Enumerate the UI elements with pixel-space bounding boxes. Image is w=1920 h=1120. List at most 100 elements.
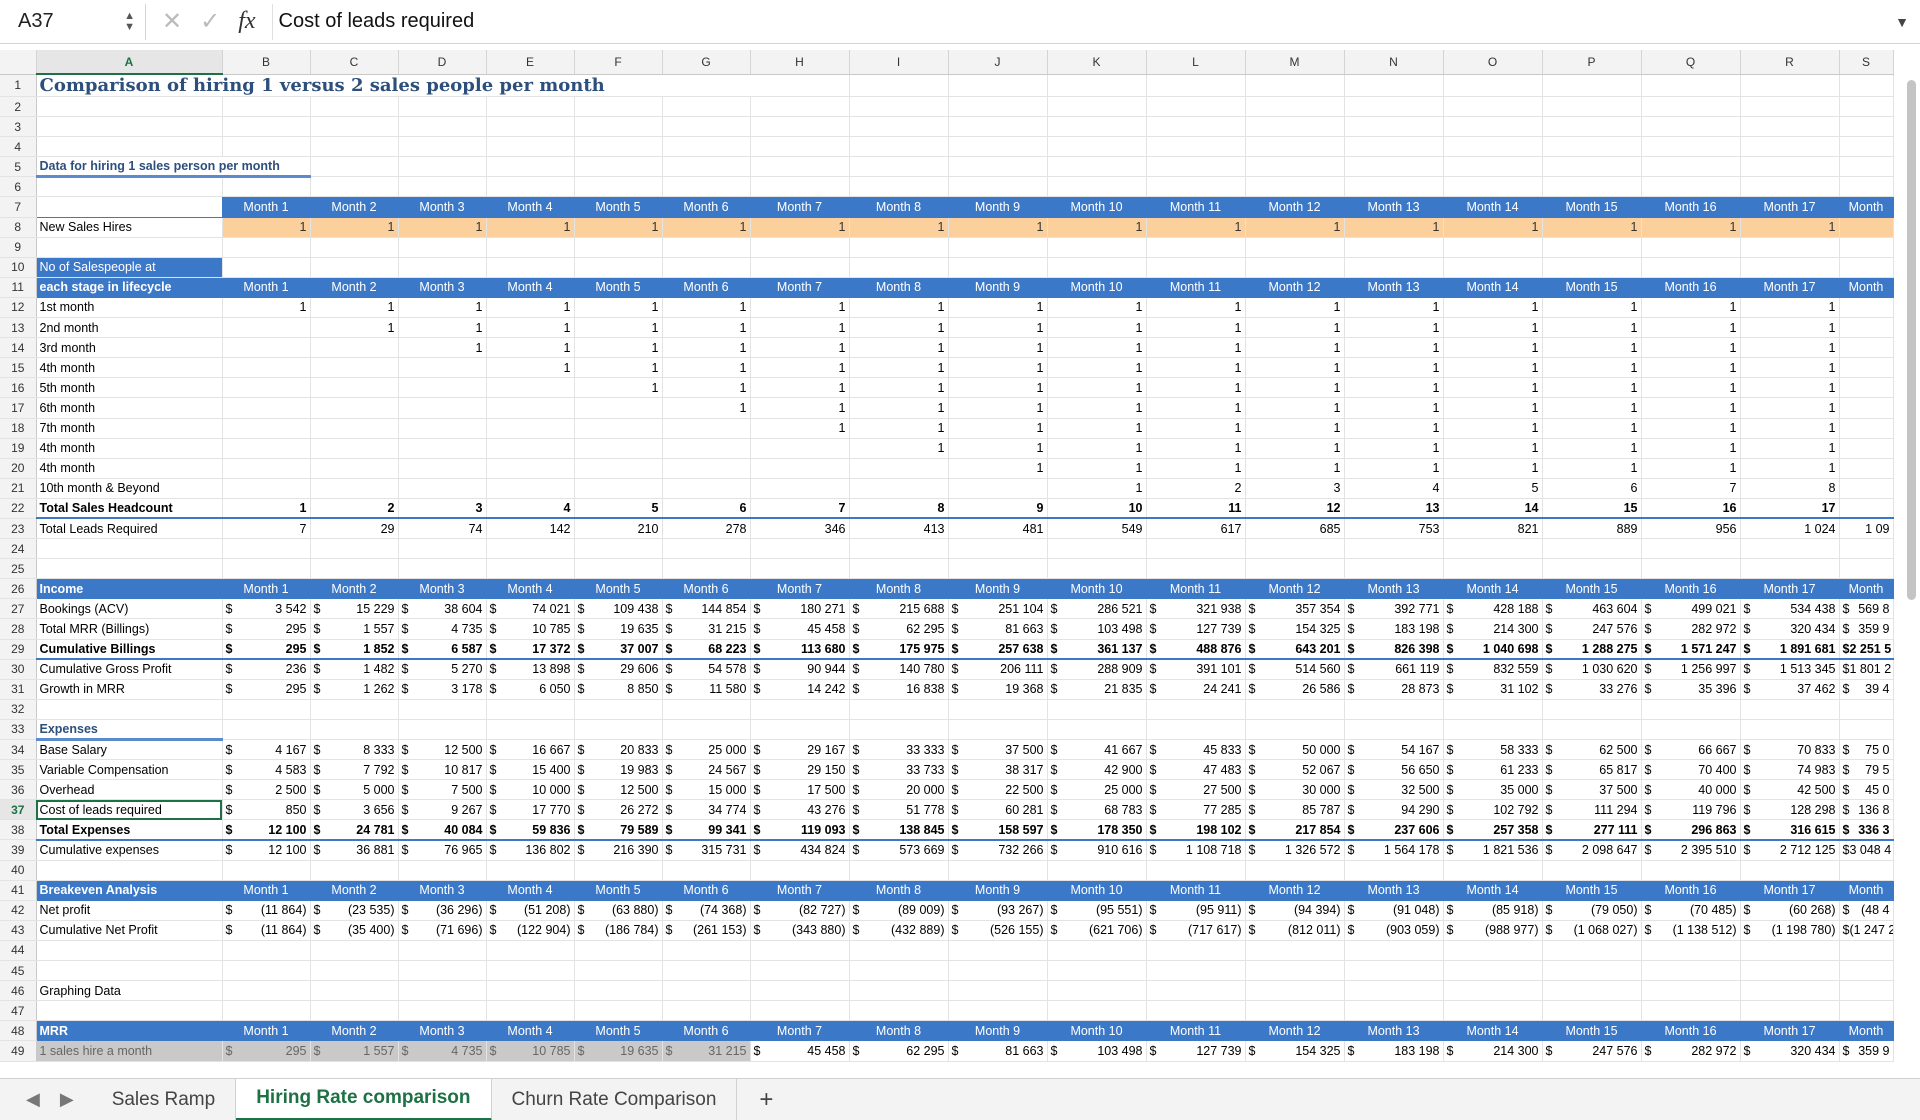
- value-cell[interactable]: 1: [1344, 397, 1444, 419]
- cell[interactable]: [310, 558, 399, 580]
- value-cell[interactable]: [574, 478, 663, 499]
- value-cell[interactable]: 1: [222, 217, 311, 238]
- row-label[interactable]: 1st month: [36, 297, 223, 319]
- column-header[interactable]: B: [222, 50, 311, 75]
- cell[interactable]: [948, 116, 1048, 138]
- value-cell[interactable]: $315 731: [662, 839, 751, 861]
- value-cell[interactable]: [222, 317, 311, 339]
- value-cell[interactable]: $661 119: [1344, 659, 1444, 680]
- value-cell[interactable]: 8: [849, 498, 949, 520]
- cell[interactable]: [1740, 538, 1840, 560]
- value-cell[interactable]: $850: [222, 799, 311, 821]
- row-label[interactable]: Graphing Data: [36, 980, 223, 1002]
- value-cell[interactable]: 1: [310, 317, 399, 339]
- cell[interactable]: [1542, 699, 1642, 720]
- month-header[interactable]: Month 15: [1542, 196, 1642, 218]
- value-cell[interactable]: $17 372: [486, 639, 575, 661]
- row-header[interactable]: 48: [0, 1020, 37, 1042]
- value-cell[interactable]: $19 635: [574, 1040, 663, 1062]
- value-cell[interactable]: [486, 478, 575, 499]
- value-cell[interactable]: 142: [486, 518, 575, 540]
- cell[interactable]: [398, 558, 487, 580]
- row-header[interactable]: 14: [0, 337, 37, 359]
- value-cell[interactable]: 8: [1740, 478, 1840, 499]
- value-cell[interactable]: $59 836: [486, 819, 575, 841]
- cell[interactable]: [398, 136, 487, 158]
- month-header[interactable]: Month 9: [948, 277, 1048, 298]
- month-header[interactable]: Month 14: [1443, 578, 1543, 600]
- value-cell[interactable]: 1: [750, 217, 850, 238]
- cell[interactable]: [750, 960, 850, 982]
- value-cell[interactable]: $24 241: [1146, 679, 1246, 700]
- value-cell[interactable]: 1: [1344, 377, 1444, 399]
- value-cell[interactable]: 4: [1344, 478, 1444, 499]
- value-cell[interactable]: $7 792: [310, 759, 399, 781]
- cell[interactable]: [1245, 176, 1345, 198]
- value-cell[interactable]: $ (82 727): [750, 900, 850, 921]
- column-header[interactable]: L: [1146, 50, 1246, 75]
- cell[interactable]: [222, 257, 311, 278]
- cell[interactable]: [1740, 136, 1840, 158]
- value-cell[interactable]: $ (621 706): [1047, 920, 1147, 941]
- value-cell[interactable]: 1: [486, 217, 575, 238]
- value-cell[interactable]: [222, 397, 311, 419]
- value-cell[interactable]: 1: [1740, 217, 1840, 238]
- row-label[interactable]: Total MRR (Billings): [36, 618, 223, 640]
- cell[interactable]: [574, 156, 663, 178]
- value-cell[interactable]: 29: [310, 518, 399, 540]
- value-cell[interactable]: $2 712 125: [1740, 839, 1840, 861]
- cell[interactable]: [1839, 960, 1894, 982]
- month-header[interactable]: Month 8: [849, 880, 949, 901]
- cell[interactable]: [1641, 156, 1741, 178]
- row-label[interactable]: 5th month: [36, 377, 223, 399]
- cell[interactable]: [1740, 940, 1840, 962]
- cell[interactable]: [849, 980, 949, 1002]
- value-cell[interactable]: $251 104: [948, 598, 1048, 620]
- cell[interactable]: [398, 237, 487, 258]
- value-cell[interactable]: $ (1 247 2: [1839, 920, 1894, 941]
- value-cell[interactable]: [486, 377, 575, 399]
- cell[interactable]: [849, 940, 949, 962]
- value-cell[interactable]: 1: [1146, 377, 1246, 399]
- value-cell[interactable]: $27 500: [1146, 779, 1246, 801]
- value-cell[interactable]: 1: [1245, 418, 1345, 439]
- value-cell[interactable]: 1: [1047, 357, 1147, 379]
- month-header[interactable]: Month 6: [662, 277, 751, 298]
- value-cell[interactable]: $41 667: [1047, 739, 1147, 761]
- cell[interactable]: [222, 719, 311, 741]
- value-cell[interactable]: $38 317: [948, 759, 1048, 781]
- value-cell[interactable]: $247 576: [1542, 1040, 1642, 1062]
- value-cell[interactable]: $15 000: [662, 779, 751, 801]
- cell[interactable]: [36, 136, 223, 158]
- value-cell[interactable]: [222, 337, 311, 359]
- cell[interactable]: [1839, 176, 1894, 198]
- cell[interactable]: [310, 116, 399, 138]
- value-cell[interactable]: 1: [1740, 377, 1840, 399]
- row-header[interactable]: 35: [0, 759, 37, 781]
- value-cell[interactable]: 11: [1146, 498, 1246, 520]
- value-cell[interactable]: 1: [486, 317, 575, 339]
- cell[interactable]: [1839, 136, 1894, 158]
- row-header[interactable]: 30: [0, 659, 37, 680]
- cell[interactable]: [1146, 699, 1246, 720]
- value-cell[interactable]: [222, 438, 311, 459]
- value-cell[interactable]: $10 000: [486, 779, 575, 801]
- value-cell[interactable]: $8 850: [574, 679, 663, 700]
- month-header[interactable]: Month 12: [1245, 277, 1345, 298]
- cell[interactable]: [750, 96, 850, 118]
- value-cell[interactable]: $12 100: [222, 839, 311, 861]
- value-cell[interactable]: 1: [1146, 357, 1246, 379]
- cell[interactable]: [1740, 96, 1840, 118]
- value-cell[interactable]: $10 785: [486, 618, 575, 640]
- value-cell[interactable]: 1: [1245, 297, 1345, 319]
- cell[interactable]: [310, 860, 399, 881]
- value-cell[interactable]: 1: [1047, 317, 1147, 339]
- month-header[interactable]: Month 11: [1146, 1020, 1246, 1042]
- value-cell[interactable]: $74 021: [486, 598, 575, 620]
- value-cell[interactable]: $ (343 880): [750, 920, 850, 941]
- value-cell[interactable]: $514 560: [1245, 659, 1345, 680]
- cell[interactable]: [310, 538, 399, 560]
- row-header[interactable]: 3: [0, 116, 37, 138]
- month-header[interactable]: Month 12: [1245, 1020, 1345, 1042]
- cell[interactable]: [1245, 136, 1345, 158]
